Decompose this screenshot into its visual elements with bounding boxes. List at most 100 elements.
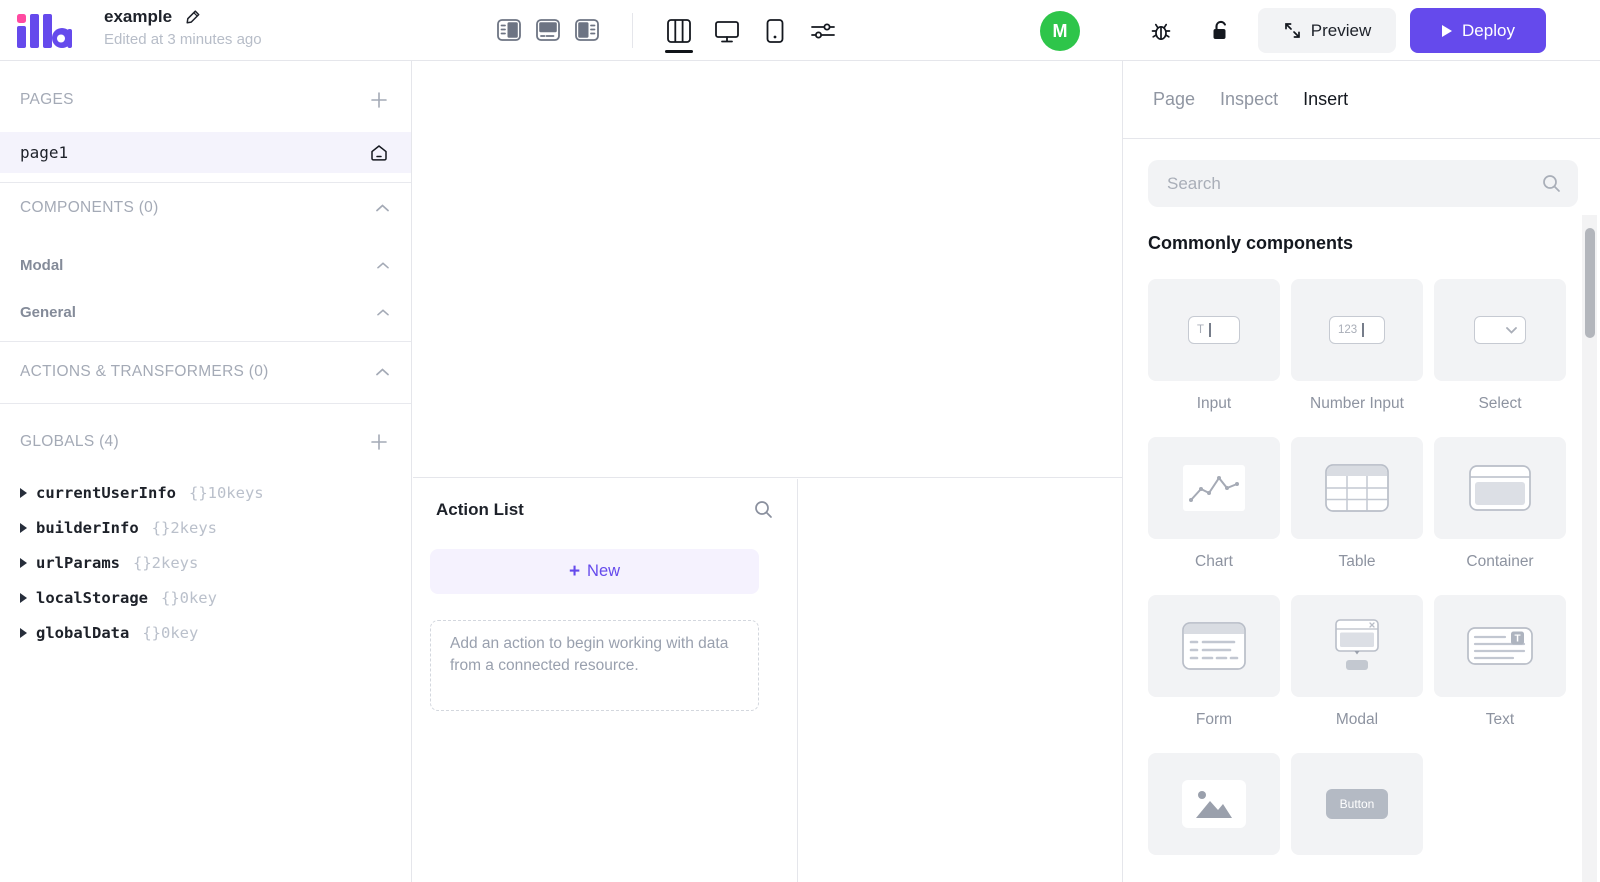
fluid-layout-icon[interactable] (664, 17, 694, 53)
lock-button[interactable] (1206, 18, 1232, 44)
global-name: globalData (36, 624, 130, 642)
app-title: example (104, 7, 173, 26)
panel-toggles (497, 19, 599, 41)
text-widget-icon: T (1434, 595, 1566, 697)
pencil-icon (186, 10, 200, 24)
add-page-button[interactable] (369, 90, 389, 110)
new-action-button[interactable]: + New (430, 549, 759, 594)
global-item[interactable]: urlParams {}2keys (0, 551, 411, 575)
component-card-table[interactable]: Table (1291, 437, 1423, 571)
canvas-settings-icon[interactable] (808, 17, 838, 45)
left-sidebar: PAGES page1 COMPONENTS (0) Modal General… (0, 61, 412, 882)
table-widget-icon (1291, 437, 1423, 539)
right-panel: Page Inspect Insert Commonly components … (1122, 61, 1600, 882)
global-name: localStorage (36, 589, 148, 607)
debug-button[interactable] (1148, 18, 1174, 44)
sidebar-divider (0, 403, 411, 404)
unlock-icon (1213, 20, 1226, 39)
desktop-viewport-icon[interactable] (712, 17, 742, 45)
component-label: Number Input (1310, 395, 1404, 412)
component-card-select[interactable]: Select (1434, 279, 1566, 413)
toggle-left-panel-icon[interactable] (497, 19, 521, 41)
global-name: currentUserInfo (36, 484, 176, 502)
component-card-number-input[interactable]: 123 Number Input (1291, 279, 1423, 413)
plus-icon: + (568, 560, 581, 582)
components-section-header[interactable]: COMPONENTS (0) (0, 196, 411, 220)
chevron-up-icon (377, 308, 389, 315)
select-widget-icon (1434, 279, 1566, 381)
bug-icon (1151, 23, 1171, 41)
illa-logo[interactable]: illa (16, 12, 72, 50)
avatar-initial: M (1052, 20, 1068, 41)
component-grid: T Input 123 Number Input Select Chart Ta… (1148, 279, 1580, 855)
scrollbar-thumb[interactable] (1584, 228, 1595, 338)
component-card-text[interactable]: T Text (1434, 595, 1566, 729)
global-meta: {}0key (160, 589, 217, 607)
global-item[interactable]: globalData {}0key (0, 621, 411, 645)
caret-right-icon (20, 488, 27, 498)
global-name: urlParams (36, 554, 120, 572)
topbar-divider (632, 13, 633, 48)
chevron-up-icon (376, 204, 389, 212)
chevron-up-icon (377, 261, 389, 268)
preview-button[interactable]: Preview (1258, 8, 1396, 53)
chevron-up-icon (376, 368, 389, 376)
global-item[interactable]: currentUserInfo {}10keys (0, 481, 411, 505)
toggle-bottom-panel-icon[interactable] (536, 19, 560, 41)
editor-canvas[interactable] (413, 61, 1122, 478)
component-group-modal[interactable]: Modal (0, 255, 411, 275)
component-search-input[interactable] (1148, 173, 1541, 194)
component-label: Container (1466, 553, 1534, 570)
input-widget-icon: T (1148, 279, 1280, 381)
page-item-page1[interactable]: page1 (0, 132, 411, 173)
avatar[interactable]: M (1040, 11, 1080, 51)
button-widget-icon: Button (1291, 753, 1423, 855)
components-section-title: Commonly components (1148, 233, 1354, 253)
number-input-widget-icon: 123 (1291, 279, 1423, 381)
global-meta: {}2keys (133, 554, 199, 572)
pages-header-label: PAGES (20, 91, 74, 108)
sidebar-divider (0, 341, 411, 342)
tab-inspect[interactable]: Inspect (1220, 89, 1278, 110)
mobile-viewport-icon[interactable] (760, 17, 790, 45)
action-editor-empty (797, 479, 1122, 882)
action-empty-hint: Add an action to begin working with data… (430, 620, 759, 711)
global-meta: {}2keys (151, 519, 217, 537)
globals-header-label: GLOBALS (4) (20, 433, 119, 450)
component-card-chart[interactable]: Chart (1148, 437, 1280, 571)
home-page-icon (369, 143, 389, 163)
button-glyph-text: Button (1326, 789, 1388, 819)
component-label: Text (1485, 711, 1515, 728)
deploy-button[interactable]: Deploy (1410, 8, 1546, 53)
component-card-button[interactable]: Button (1291, 753, 1423, 855)
edit-title-button[interactable] (184, 8, 202, 26)
toggle-right-panel-icon[interactable] (575, 19, 599, 41)
component-card-form[interactable]: Form (1148, 595, 1280, 729)
chart-widget-icon (1148, 437, 1280, 539)
component-card-modal[interactable]: Modal (1291, 595, 1423, 729)
component-label: Select (1478, 395, 1522, 412)
component-label: Modal (1335, 711, 1379, 728)
component-card-container[interactable]: Container (1434, 437, 1566, 571)
actions-section-header[interactable]: ACTIONS & TRANSFORMERS (0) (0, 360, 411, 384)
edited-status: Edited at 3 minutes ago (104, 31, 262, 48)
image-widget-icon (1148, 753, 1280, 855)
global-item[interactable]: builderInfo {}2keys (0, 516, 411, 540)
component-group-general[interactable]: General (0, 302, 411, 322)
global-item[interactable]: localStorage {}0key (0, 586, 411, 610)
tab-page[interactable]: Page (1153, 89, 1195, 110)
scrollbar-track[interactable] (1582, 215, 1597, 882)
illa-logo-icon (17, 14, 72, 48)
action-search-button[interactable] (753, 499, 774, 520)
component-card-image[interactable] (1148, 753, 1280, 855)
group-label: Modal (20, 256, 64, 274)
active-viewport-underline (665, 50, 693, 53)
modal-widget-icon (1291, 595, 1423, 697)
add-global-button[interactable] (369, 432, 389, 452)
tab-insert[interactable]: Insert (1303, 89, 1348, 110)
component-card-input[interactable]: T Input (1148, 279, 1280, 413)
app-title-block: example Edited at 3 minutes ago (104, 7, 262, 48)
pages-section-header: PAGES (0, 88, 411, 112)
caret-right-icon (20, 628, 27, 638)
expand-icon (1284, 23, 1300, 38)
